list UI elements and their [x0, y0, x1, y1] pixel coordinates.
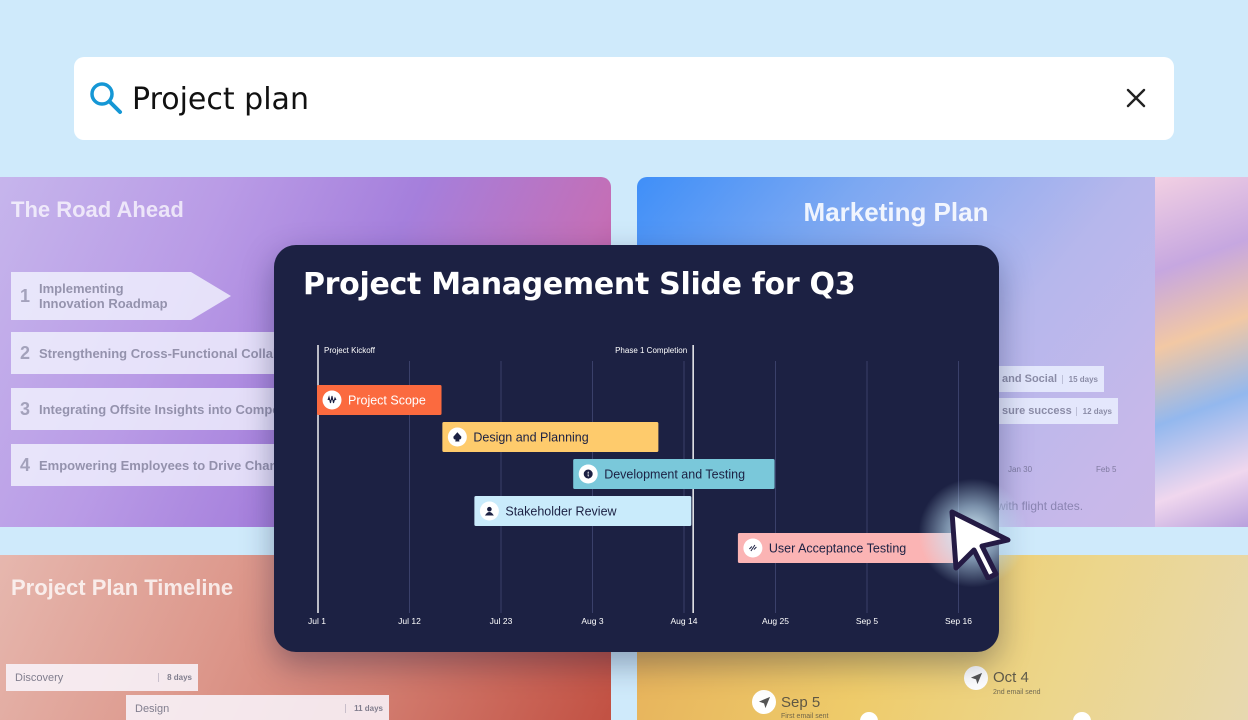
list-item: Discovery 8 days — [6, 664, 198, 691]
cursor-pointer-icon — [949, 509, 1011, 580]
list-item: sure success 12 days — [994, 398, 1118, 424]
axis-tick-label: Jul 23 — [490, 616, 513, 626]
axis-tick-label: Aug 25 — [762, 616, 789, 626]
card-title: Marketing Plan — [803, 197, 989, 227]
search-input[interactable] — [132, 71, 1092, 127]
gantt-bar-label: User Acceptance Testing — [769, 542, 906, 556]
milestone-label: Phase 1 Completion — [615, 346, 687, 355]
arrow-shape — [191, 272, 231, 320]
gantt-bar-label: Development and Testing — [604, 468, 745, 482]
slide-preview-card[interactable]: Project Management Slide for Q3 Jul 1 Jul… — [274, 245, 999, 652]
road-item: 4 Empowering Employees to Drive Chan — [11, 444, 301, 486]
milestone-label: Project Kickoff — [324, 346, 376, 355]
clear-search-button[interactable] — [1122, 84, 1150, 112]
gantt-bar-label: Stakeholder Review — [505, 505, 617, 519]
list-item: and Social 15 days — [994, 366, 1104, 392]
card-title: Project Plan Timeline — [11, 575, 234, 600]
decorative-swirl — [1155, 177, 1248, 527]
search-bar — [74, 57, 1174, 140]
close-icon — [1126, 88, 1146, 108]
axis-tick-label: Sep 16 — [945, 616, 972, 626]
axis-tick-label: Aug 3 — [581, 616, 603, 626]
axis-tick-label: Aug 14 — [671, 616, 698, 626]
gantt-bar-label: Design and Planning — [473, 431, 588, 445]
road-item: 2 Strengthening Cross-Functional Collab — [11, 332, 301, 374]
send-icon — [964, 666, 988, 690]
send-icon — [752, 690, 776, 714]
road-item: 3 Integrating Offsite Insights into Comp… — [11, 388, 301, 430]
axis-tick-label: Sep 5 — [856, 616, 878, 626]
gantt-chart: Jul 1 Jul 12 Jul 23 Aug 3 Aug 14 Aug 25 Sep 5 S… — [308, 345, 972, 626]
road-item: 1 Implementing Innovation Roadmap — [11, 272, 191, 320]
axis-tick-label: Jul 1 — [308, 616, 326, 626]
gantt-bar-label: Project Scope — [348, 394, 426, 408]
list-item: Design 11 days — [126, 695, 389, 720]
axis-tick-label: Jul 12 — [398, 616, 421, 626]
search-icon — [90, 82, 122, 114]
card-title: The Road Ahead — [11, 197, 184, 222]
